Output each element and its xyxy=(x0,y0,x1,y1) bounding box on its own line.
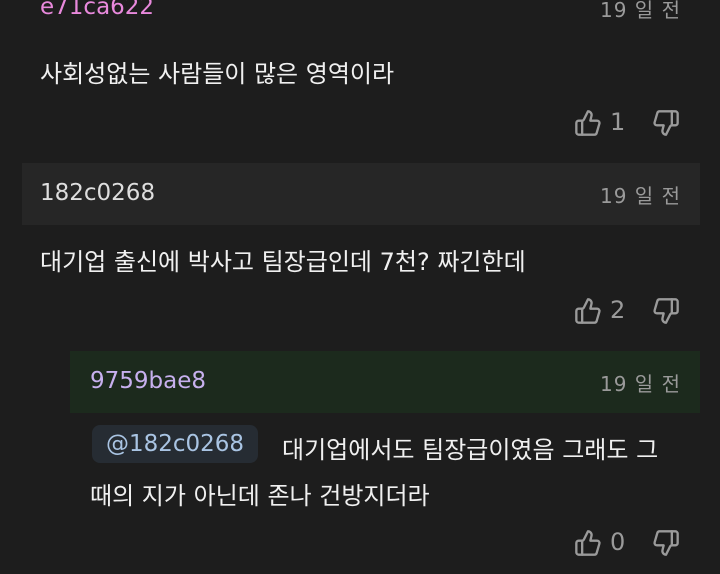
comment-date: 19 일 전 xyxy=(600,184,681,208)
like-count: 1 xyxy=(610,108,626,136)
thumbs-up-icon[interactable] xyxy=(574,529,602,557)
comment-date: 19 일 전 xyxy=(600,0,681,22)
comment-text-line-2: 때의 지가 아닌데 존나 건방지더라 xyxy=(90,482,430,510)
like-count: 0 xyxy=(610,528,626,556)
comment-author[interactable]: e71ca622 xyxy=(40,0,154,20)
thumbs-up-icon[interactable] xyxy=(574,109,602,137)
comment-text: 대기업 출신에 박사고 팀장급인데 7천? 짜긴한데 xyxy=(40,248,526,276)
thumbs-up-icon[interactable] xyxy=(574,297,602,325)
comment-author[interactable]: 182c0268 xyxy=(40,180,155,206)
comment-author[interactable]: 9759bae8 xyxy=(90,368,206,394)
comment-text: 사회성없는 사람들이 많은 영역이라 xyxy=(40,60,395,88)
mention-tag[interactable]: @182c0268 xyxy=(92,425,258,463)
comment-date: 19 일 전 xyxy=(600,372,681,396)
thumbs-down-icon[interactable] xyxy=(652,529,680,557)
thumbs-down-icon[interactable] xyxy=(652,109,680,137)
comment-text-line-1: 대기업에서도 팀장급이였음 그래도 그 xyxy=(282,436,659,464)
like-count: 2 xyxy=(610,296,626,324)
thumbs-down-icon[interactable] xyxy=(652,297,680,325)
